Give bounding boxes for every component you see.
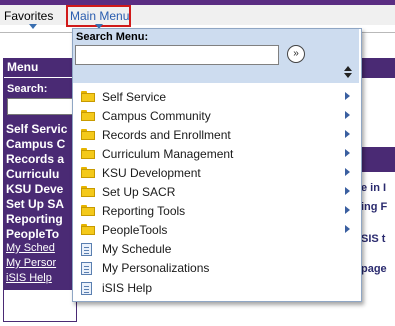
left-menu-item[interactable]: Curriculu	[6, 167, 59, 181]
search-menu-input[interactable]	[75, 45, 279, 65]
menu-item-label: iSIS Help	[102, 281, 153, 295]
submenu-arrow-icon	[345, 206, 350, 214]
menu-item-label: Curriculum Management	[102, 147, 234, 161]
left-menu-item[interactable]: Campus C	[6, 137, 65, 151]
menu-item-peopletools[interactable]: PeopleTools	[81, 221, 353, 239]
menu-item-label: Set Up SACR	[102, 185, 176, 199]
menu-item-my-schedule[interactable]: My Schedule	[81, 240, 353, 258]
main-menu-button[interactable]: Main Menu	[70, 9, 129, 23]
folder-icon	[81, 167, 95, 178]
menu-item-my-personalizations[interactable]: My Personalizations	[81, 259, 353, 277]
favorites-menu-label[interactable]: Favorites	[4, 9, 53, 23]
submenu-arrow-icon	[345, 92, 350, 100]
left-menu-item[interactable]: Set Up SA	[6, 197, 64, 211]
search-go-icon[interactable]: »	[287, 45, 305, 63]
menu-item-ksu-development[interactable]: KSU Development	[81, 164, 353, 182]
left-menu-item[interactable]: Self Servic	[6, 122, 67, 136]
menu-item-curriculum-management[interactable]: Curriculum Management	[81, 145, 353, 163]
menu-item-records-and-enrollment[interactable]: Records and Enrollment	[81, 126, 353, 144]
menu-item-label: Reporting Tools	[102, 204, 186, 218]
right-pagelet-text: SIS t	[361, 233, 386, 245]
right-pagelet-text: e in I	[361, 182, 387, 194]
left-menu-search-label: Search:	[7, 83, 48, 95]
top-navigation-bar	[0, 5, 395, 25]
menu-item-label: PeopleTools	[102, 223, 168, 237]
left-menu-item[interactable]: Reporting	[6, 212, 63, 226]
left-menu-item[interactable]: KSU Deve	[6, 182, 63, 196]
left-menu-item[interactable]: Records a	[6, 152, 64, 166]
menu-item-label: My Personalizations	[102, 261, 210, 275]
menu-item-self-service[interactable]: Self Service	[81, 88, 353, 106]
menu-item-campus-community[interactable]: Campus Community	[81, 107, 353, 125]
menu-item-label: KSU Development	[102, 166, 201, 180]
folder-icon	[81, 148, 95, 159]
right-pagelet-text: ing F	[361, 201, 388, 213]
submenu-arrow-icon	[345, 187, 350, 195]
menu-item-label: My Schedule	[102, 242, 172, 256]
submenu-arrow-icon	[345, 225, 350, 233]
folder-icon	[81, 186, 95, 197]
folder-icon	[81, 205, 95, 216]
menu-item-set-up-sacr[interactable]: Set Up SACR	[81, 183, 353, 201]
search-menu-label: Search Menu:	[76, 31, 149, 43]
left-menu-link[interactable]: iSIS Help	[6, 272, 52, 284]
left-menu-search-input[interactable]	[7, 98, 75, 115]
menu-item-reporting-tools[interactable]: Reporting Tools	[81, 202, 353, 220]
left-menu-link[interactable]: My Sched	[6, 242, 55, 254]
menu-item-isis-help[interactable]: iSIS Help	[81, 279, 353, 297]
submenu-arrow-icon	[345, 149, 350, 157]
right-pagelet-text: page	[361, 263, 387, 275]
submenu-arrow-icon	[345, 130, 350, 138]
document-icon	[81, 282, 92, 295]
submenu-arrow-icon	[345, 111, 350, 119]
submenu-arrow-icon	[345, 168, 350, 176]
favorites-dropdown-arrow-icon[interactable]	[29, 24, 37, 29]
menu-item-label: Records and Enrollment	[102, 128, 231, 142]
menu-item-label: Campus Community	[102, 109, 211, 123]
sort-toggle-icon[interactable]	[343, 65, 353, 79]
document-icon	[81, 262, 92, 275]
left-menu-item[interactable]: PeopleTo	[6, 227, 59, 241]
folder-icon	[81, 91, 95, 102]
menu-item-label: Self Service	[102, 90, 167, 104]
left-menu-title: Menu	[7, 60, 39, 74]
document-icon	[81, 243, 92, 256]
left-menu-link[interactable]: My Persor	[6, 257, 56, 269]
folder-icon	[81, 129, 95, 140]
left-menu-header: Menu	[3, 58, 75, 77]
folder-icon	[81, 224, 95, 235]
folder-icon	[81, 110, 95, 121]
